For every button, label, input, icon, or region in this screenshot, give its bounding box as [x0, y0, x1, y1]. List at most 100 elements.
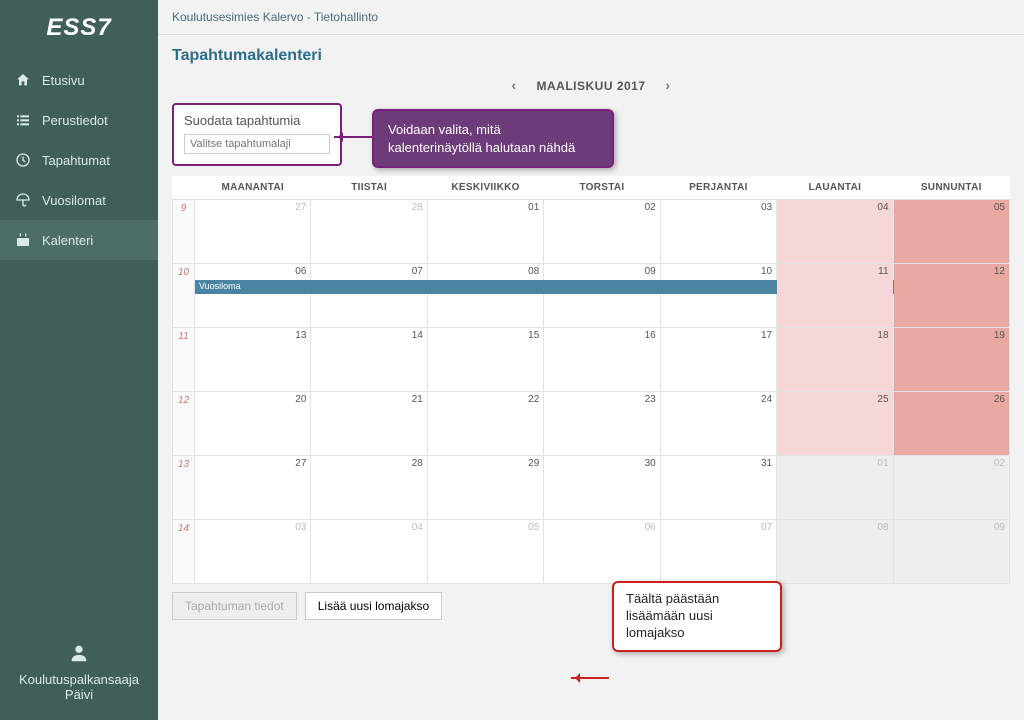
- day-number: 28: [412, 202, 423, 213]
- filter-panel: Suodata tapahtumia: [172, 103, 342, 166]
- calendar-day[interactable]: 07: [311, 264, 427, 328]
- sidebar-item-label: Vuosilomat: [42, 193, 106, 208]
- calendar-day[interactable]: 28: [311, 456, 427, 520]
- calendar-day[interactable]: 29: [427, 456, 543, 520]
- weekday-header: PERJANTAI: [660, 176, 776, 200]
- calendar-day[interactable]: 12: [893, 264, 1009, 328]
- day-number: 27: [295, 202, 306, 213]
- sidebar-nav: Etusivu Perustiedot Tapahtumat Vuosilomat Ka…: [0, 60, 158, 626]
- calendar-day[interactable]: 21: [311, 392, 427, 456]
- clock-icon: [14, 152, 32, 168]
- calendar-day[interactable]: 01: [427, 200, 543, 264]
- sidebar-item-label: Kalenteri: [42, 233, 93, 248]
- calendar-day[interactable]: 03: [660, 200, 776, 264]
- day-number: 26: [994, 394, 1005, 405]
- day-number: 06: [645, 522, 656, 533]
- arrow-icon: [571, 677, 609, 679]
- calendar-day[interactable]: 09: [893, 520, 1009, 584]
- calendar-day[interactable]: 20: [195, 392, 311, 456]
- calendar-day[interactable]: 08: [777, 520, 893, 584]
- day-number: 29: [528, 458, 539, 469]
- calendar-day[interactable]: 04: [311, 520, 427, 584]
- day-number: 06: [295, 266, 306, 277]
- calendar-day[interactable]: 02: [544, 200, 660, 264]
- day-number: 23: [645, 394, 656, 405]
- calendar-day[interactable]: 30: [544, 456, 660, 520]
- calendar-day[interactable]: 25: [777, 392, 893, 456]
- weekday-header: SUNNUNTAI: [893, 176, 1009, 200]
- calendar-day[interactable]: 10: [660, 264, 776, 328]
- calendar-day[interactable]: 24: [660, 392, 776, 456]
- calendar-day[interactable]: 27: [195, 456, 311, 520]
- sidebar-item-kalenteri[interactable]: Kalenteri: [0, 220, 158, 260]
- day-number: 13: [295, 330, 306, 341]
- sidebar-item-perustiedot[interactable]: Perustiedot: [0, 100, 158, 140]
- calendar-icon: [14, 232, 32, 248]
- calendar-day[interactable]: 14: [311, 328, 427, 392]
- calendar-day[interactable]: 11: [777, 264, 893, 328]
- day-number: 05: [994, 202, 1005, 213]
- week-number: 11: [173, 328, 195, 392]
- calendar-day[interactable]: 02: [893, 456, 1009, 520]
- weekday-header: KESKIVIIKKO: [427, 176, 543, 200]
- calendar-day[interactable]: 18: [777, 328, 893, 392]
- day-number: 25: [877, 394, 888, 405]
- add-period-button[interactable]: Lisää uusi lomajakso: [305, 592, 442, 620]
- day-number: 03: [295, 522, 306, 533]
- day-number: 08: [528, 266, 539, 277]
- sidebar-item-etusivu[interactable]: Etusivu: [0, 60, 158, 100]
- sidebar-item-label: Etusivu: [42, 73, 85, 88]
- calendar-day[interactable]: 26: [893, 392, 1009, 456]
- list-icon: [14, 112, 32, 128]
- day-number: 04: [412, 522, 423, 533]
- calendar-day[interactable]: 03: [195, 520, 311, 584]
- calendar-day[interactable]: 23: [544, 392, 660, 456]
- avatar-icon: [66, 640, 92, 666]
- calendar-day[interactable]: 04: [777, 200, 893, 264]
- sidebar-item-label: Tapahtumat: [42, 153, 110, 168]
- day-number: 20: [295, 394, 306, 405]
- user-block: Koulutuspalkansaaja Päivi: [0, 626, 158, 720]
- week-number: 12: [173, 392, 195, 456]
- calendar-day[interactable]: 15: [427, 328, 543, 392]
- day-number: 12: [994, 266, 1005, 277]
- user-name-line1: Koulutuspalkansaaja: [6, 672, 152, 687]
- calendar-day[interactable]: 06: [544, 520, 660, 584]
- calendar-day[interactable]: 08: [427, 264, 543, 328]
- sidebar-item-tapahtumat[interactable]: Tapahtumat: [0, 140, 158, 180]
- day-number: 11: [878, 266, 888, 277]
- calendar-day[interactable]: 06Vuosiloma: [195, 264, 311, 328]
- day-number: 07: [412, 266, 423, 277]
- day-number: 24: [761, 394, 772, 405]
- calendar-day[interactable]: 22: [427, 392, 543, 456]
- calendar-day[interactable]: 27: [195, 200, 311, 264]
- app-logo: ESS7: [0, 0, 158, 60]
- day-number: 31: [761, 458, 772, 469]
- calendar-day[interactable]: 19: [893, 328, 1009, 392]
- day-number: 01: [528, 202, 539, 213]
- calendar-day[interactable]: 07: [660, 520, 776, 584]
- calendar-day[interactable]: 05: [427, 520, 543, 584]
- day-number: 01: [877, 458, 888, 469]
- calendar-day[interactable]: 28: [311, 200, 427, 264]
- add-period-callout: Täältä päästään lisäämään uusi lomajakso: [612, 581, 782, 652]
- calendar-day[interactable]: 31: [660, 456, 776, 520]
- next-month-button[interactable]: ›: [665, 77, 670, 93]
- day-number: 17: [761, 330, 772, 341]
- calendar-day[interactable]: 13: [195, 328, 311, 392]
- arrow-icon: [334, 136, 374, 138]
- sidebar-item-vuosilomat[interactable]: Vuosilomat: [0, 180, 158, 220]
- weekday-header: TORSTAI: [544, 176, 660, 200]
- calendar-day[interactable]: 05: [893, 200, 1009, 264]
- day-number: 19: [994, 330, 1005, 341]
- home-icon: [14, 72, 32, 88]
- filter-event-type-input[interactable]: [184, 134, 330, 154]
- calendar-day[interactable]: 01: [777, 456, 893, 520]
- calendar-day[interactable]: 09: [544, 264, 660, 328]
- prev-month-button[interactable]: ‹: [511, 77, 516, 93]
- week-number: 9: [173, 200, 195, 264]
- day-number: 10: [761, 266, 772, 277]
- calendar-day[interactable]: 16: [544, 328, 660, 392]
- month-label: MAALISKUU 2017: [536, 79, 645, 93]
- calendar-day[interactable]: 17: [660, 328, 776, 392]
